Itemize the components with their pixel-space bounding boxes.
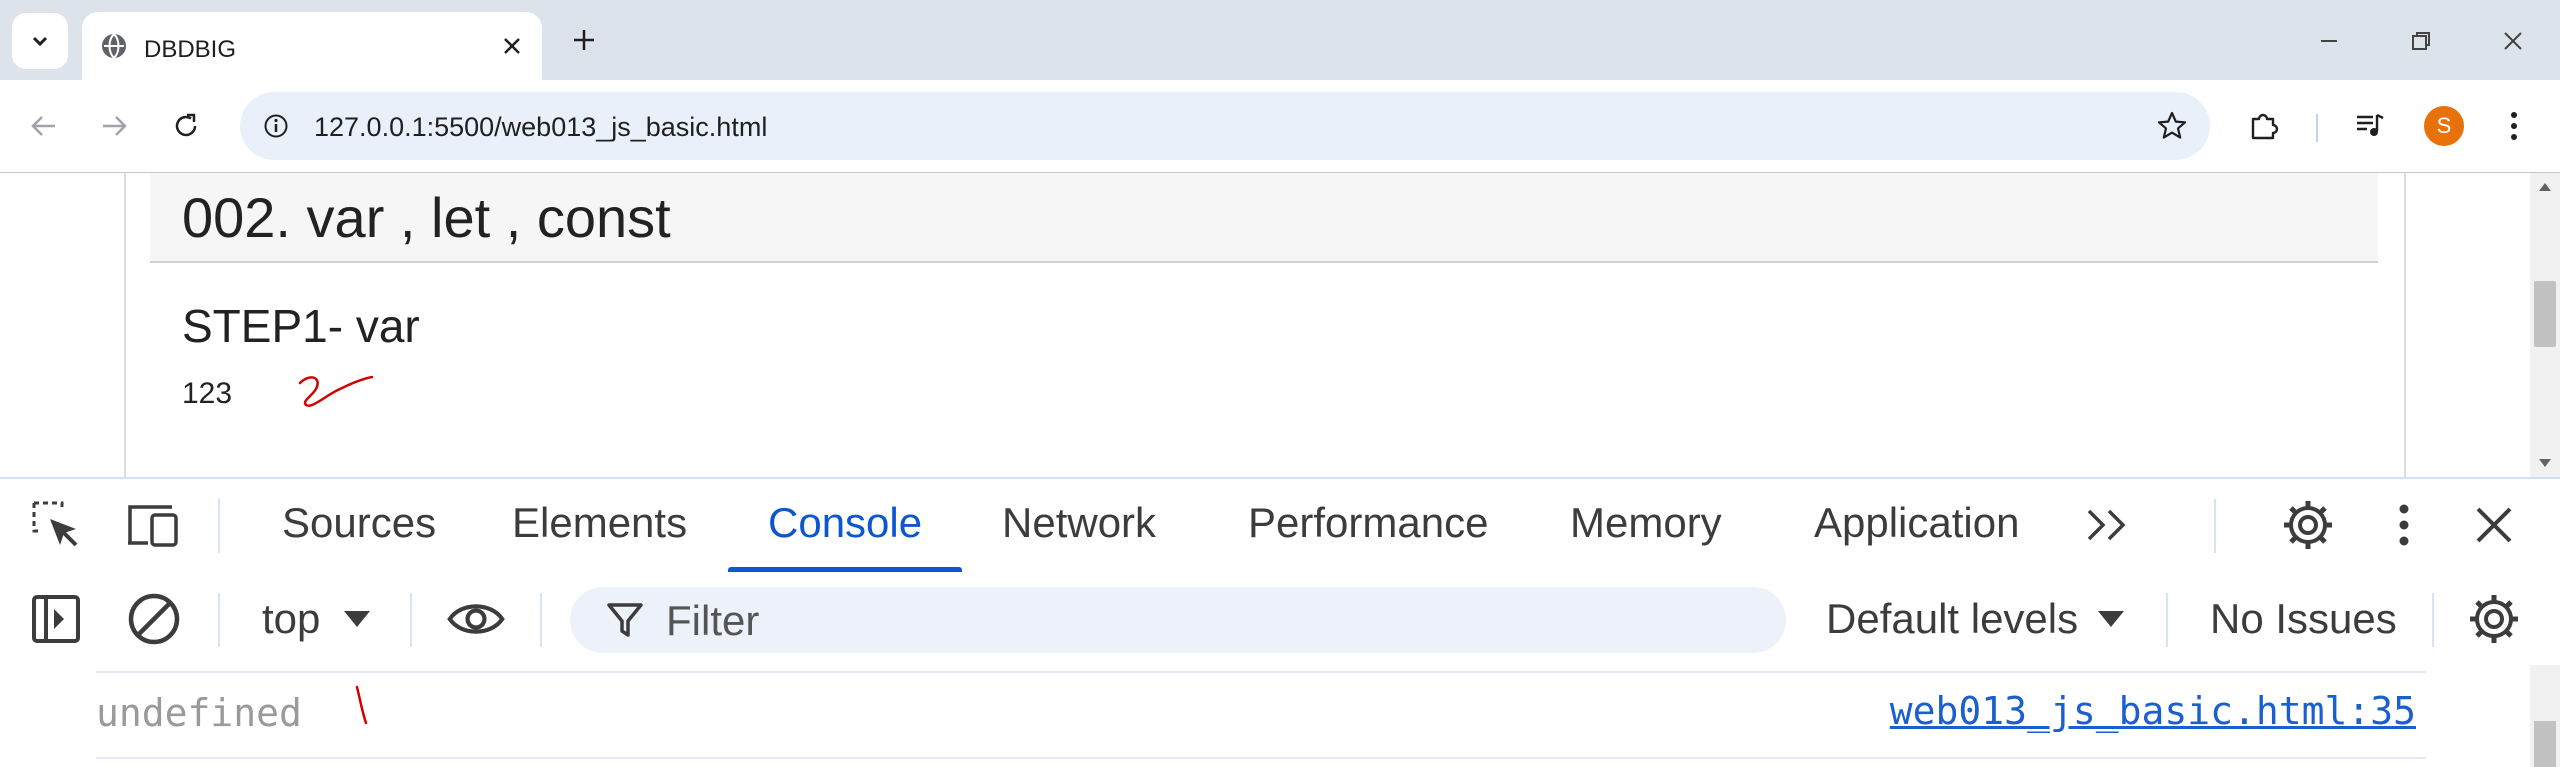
log-levels-dropdown[interactable]: Default levels [1826,595,2078,643]
close-window-icon[interactable] [2490,18,2536,64]
console-divider-1 [218,593,220,647]
devtools-divider [218,499,220,553]
devtools-tab-bar: Sources Elements Console Network Perform… [0,479,2560,575]
console-divider-4 [2166,593,2168,647]
address-bar[interactable]: 127.0.0.1:5500/web013_js_basic.html [240,92,2210,160]
tab-title: DBDBIG [144,36,237,63]
console-divider-3 [540,593,542,647]
console-divider-5 [2432,593,2434,647]
devtools-more-icon[interactable] [2374,495,2434,555]
restore-icon[interactable] [2398,18,2444,64]
section-title: 002. var , let , const [182,186,671,249]
active-tab-indicator [728,567,962,572]
device-toolbar-icon[interactable] [124,495,184,555]
filter-placeholder: Filter [666,597,760,644]
tab-memory[interactable]: Memory [1570,499,1722,547]
levels-dropdown-icon[interactable] [2096,609,2126,629]
bookmark-star-icon[interactable] [2152,106,2192,146]
console-messages: undefined web013_js_basic.html:35 [0,665,2560,767]
tab-strip: DBDBIG [0,0,2560,80]
minimize-icon[interactable] [2306,18,2352,64]
browser-tab[interactable]: DBDBIG [82,12,542,80]
page-scrollbar-thumb[interactable] [2534,281,2556,347]
console-toolbar: top Filter Default levels No Issues [0,573,2560,667]
inspect-element-icon[interactable] [26,495,86,555]
console-divider-2 [410,593,412,647]
close-devtools-icon[interactable] [2464,495,2524,555]
content-container: 002. var , let , const STEP1- var 123 [124,173,2406,477]
step-output-value: 123 [182,377,233,410]
more-tabs-chevron-icon[interactable] [2078,495,2138,555]
console-message-row: undefined web013_js_basic.html:35 [96,671,2426,759]
tab-network[interactable]: Network [1002,499,1156,547]
step-title: STEP1- var [182,300,420,352]
more-menu-icon[interactable] [2490,102,2538,150]
forward-arrow-icon[interactable] [92,104,136,148]
filter-funnel-icon [607,603,643,637]
tab-performance[interactable]: Performance [1248,499,1488,547]
tab-application[interactable]: Application [1814,499,2019,547]
profile-avatar[interactable]: S [2424,106,2464,146]
red-mark-annotation [355,685,368,725]
chevron-down-icon [32,36,48,47]
site-info-icon[interactable] [256,106,296,146]
page-viewport: 002. var , let , const STEP1- var 123 [0,173,2530,477]
tab-elements[interactable]: Elements [512,499,687,547]
page-scrollbar[interactable] [2530,173,2560,477]
scroll-up-arrow-icon[interactable] [2537,181,2553,193]
tab-sources[interactable]: Sources [282,499,436,547]
extensions-puzzle-icon[interactable] [2240,102,2288,150]
console-source-link[interactable]: web013_js_basic.html:35 [1890,689,2416,733]
console-scrollbar-thumb[interactable] [2534,721,2556,767]
url-text[interactable]: 127.0.0.1:5500/web013_js_basic.html [314,112,767,143]
devtools-divider-right [2214,499,2216,553]
context-dropdown-icon[interactable] [342,609,372,629]
settings-gear-icon[interactable] [2278,495,2338,555]
reload-icon[interactable] [164,104,208,148]
clear-console-icon[interactable] [124,589,184,649]
browser-toolbar: 127.0.0.1:5500/web013_js_basic.html [0,80,2560,173]
section-header: 002. var , let , const [150,173,2378,263]
tab-console[interactable]: Console [768,499,922,547]
console-settings-gear-icon[interactable] [2464,589,2524,649]
media-controls-icon[interactable] [2346,102,2394,150]
red-scribble-annotation [298,375,374,407]
devtools-panel: Sources Elements Console Network Perform… [0,477,2560,767]
console-message-text: undefined [96,691,302,735]
context-selector[interactable]: top [262,595,320,643]
console-scrollbar[interactable] [2530,665,2560,767]
sidebar-toggle-icon[interactable] [26,589,86,649]
tab-search-button[interactable] [12,13,68,69]
back-arrow-icon[interactable] [22,104,66,148]
issues-counter[interactable]: No Issues [2210,595,2397,643]
console-filter-input[interactable]: Filter [570,587,1786,653]
new-tab-icon[interactable] [566,22,602,58]
live-expression-eye-icon[interactable] [446,589,506,649]
globe-icon [102,33,126,59]
close-tab-icon[interactable] [496,30,528,62]
toolbar-divider [2316,114,2318,142]
scroll-down-arrow-icon[interactable] [2537,457,2553,469]
